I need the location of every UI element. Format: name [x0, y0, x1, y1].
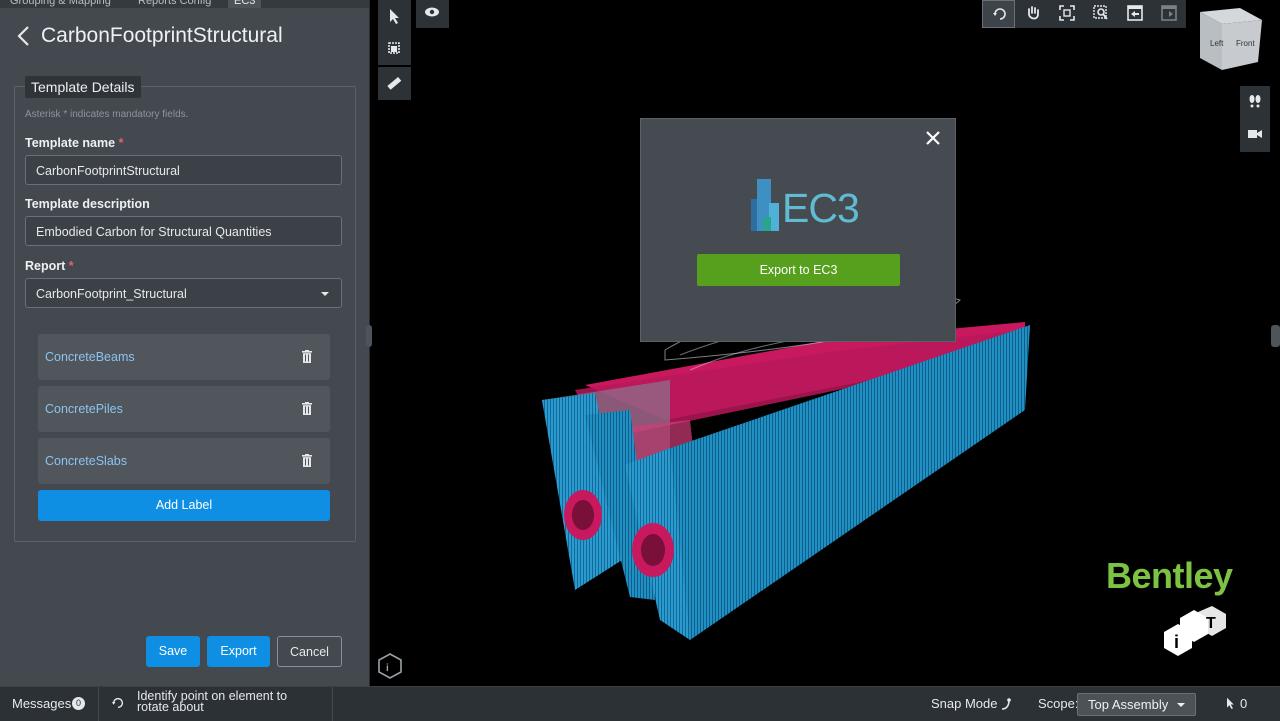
rotate-icon [111, 697, 124, 709]
status-divider [98, 687, 99, 721]
bentley-logo: Bentley [1106, 555, 1233, 596]
section-title: Template Details [25, 76, 141, 98]
navigation-toolbar [982, 0, 1186, 28]
select-tool-button[interactable] [378, 0, 411, 33]
snap-icon[interactable] [999, 697, 1013, 711]
fit-view-button[interactable] [1050, 0, 1083, 28]
visibility-tool-button[interactable] [416, 0, 449, 28]
export-to-ec3-button[interactable]: Export to EC3 [697, 254, 900, 286]
view-cube[interactable]: Left Front [1192, 0, 1272, 80]
template-description-value: Embodied Carbon for Structural Quantitie… [36, 225, 272, 239]
view-undo-icon [1127, 5, 1143, 21]
svg-text:i: i [1174, 632, 1179, 652]
label-item[interactable]: ConcreteSlabs [38, 438, 330, 484]
viewcube-front-face[interactable]: Front [1236, 39, 1255, 48]
template-description-input[interactable]: Embodied Carbon for Structural Quantitie… [25, 216, 342, 246]
save-button[interactable]: Save [146, 636, 200, 667]
template-description-label: Template description [25, 197, 150, 211]
viewcube-left-face[interactable]: Left [1210, 39, 1224, 48]
scope-select[interactable]: Top Assembly [1077, 693, 1196, 716]
view-redo-icon [1161, 5, 1177, 21]
rotate-tool-button[interactable] [982, 0, 1015, 28]
snap-mode-label[interactable]: Snap Mode [931, 696, 998, 711]
report-select[interactable]: CarbonFootprint_Structural [25, 278, 342, 308]
eye-icon [425, 7, 439, 17]
trash-icon[interactable] [302, 402, 312, 415]
section-icon [388, 42, 400, 54]
label-item-name[interactable]: ConcreteSlabs [45, 454, 127, 468]
template-name-value: CarbonFootprintStructural [36, 164, 180, 178]
camera-icon [1248, 130, 1262, 138]
chevron-down-icon [321, 292, 329, 296]
zoom-window-icon [1093, 5, 1108, 20]
scope-label: Scope: [1038, 696, 1079, 711]
ec3-logo-text: EC3 [782, 185, 860, 231]
right-panel-handle[interactable] [1271, 325, 1280, 347]
ruler-icon [387, 76, 402, 90]
widget-tabs: Grouping & Mapping Reports Config EC3 [0, 0, 369, 8]
template-name-label: Template name * [25, 136, 124, 150]
label-item-name[interactable]: ConcretePiles [45, 402, 123, 416]
itwin-logo-icon: i T [1164, 606, 1226, 656]
svg-text:i: i [386, 663, 389, 674]
tab-reports-config[interactable]: Reports Config [138, 0, 211, 8]
page-title: CarbonFootprintStructural [41, 24, 283, 47]
status-divider [332, 687, 333, 721]
pan-tool-button[interactable] [1016, 0, 1049, 28]
itwinjs-icon[interactable]: i [376, 652, 404, 680]
label-item[interactable]: ConcretePiles [38, 386, 330, 432]
close-icon[interactable] [924, 129, 942, 147]
status-bar: Messages 0 Identify point on element to … [0, 686, 1280, 721]
view-undo-button[interactable] [1118, 0, 1151, 28]
trash-icon[interactable] [302, 454, 312, 467]
camera-tool-button[interactable] [1240, 119, 1270, 152]
report-label: Report * [25, 259, 74, 273]
back-icon[interactable] [14, 22, 36, 50]
required-mark: * [68, 259, 74, 273]
svg-text:T: T [1206, 615, 1216, 632]
window-area-button[interactable] [1084, 0, 1117, 28]
template-name-input[interactable]: CarbonFootprintStructural [25, 155, 342, 185]
required-mark: * [118, 136, 124, 150]
cursor-icon [1227, 697, 1234, 709]
label-item-name[interactable]: ConcreteBeams [45, 350, 135, 364]
measure-tool-button[interactable] [378, 67, 411, 100]
view-redo-button[interactable] [1152, 0, 1185, 28]
walk-tool-button[interactable] [1240, 86, 1270, 119]
chevron-down-icon [1177, 703, 1185, 707]
fit-view-icon [1059, 5, 1075, 21]
cursor-icon [390, 9, 399, 24]
label-item[interactable]: ConcreteBeams [38, 334, 330, 380]
hand-icon [1028, 6, 1039, 20]
tool-prompt: Identify point on element to rotate abou… [137, 689, 288, 714]
mandatory-hint: Asterisk * indicates mandatory fields. [25, 109, 189, 120]
add-label-button[interactable]: Add Label [38, 490, 330, 521]
pile-shape [572, 500, 594, 530]
messages-count-badge: 0 [72, 697, 85, 710]
tab-ec3[interactable]: EC3 [228, 0, 262, 8]
trash-icon[interactable] [302, 350, 312, 363]
footprints-icon [1249, 95, 1261, 108]
scope-select-value: Top Assembly [1088, 697, 1169, 712]
tab-grouping-mapping[interactable]: Grouping & Mapping [10, 0, 111, 8]
section-tool-button[interactable] [378, 32, 411, 65]
export-button[interactable]: Export [207, 636, 270, 667]
pile-shape [641, 534, 665, 566]
messages-label[interactable]: Messages [12, 696, 71, 711]
selection-count: 0 [1240, 696, 1248, 711]
ec3-export-modal: EC3 Export to EC3 [640, 118, 956, 342]
template-panel: Grouping & Mapping Reports Config EC3 Ca… [0, 0, 370, 686]
cancel-button[interactable]: Cancel [277, 636, 342, 667]
rotate-icon [993, 8, 1006, 20]
report-select-value: CarbonFootprint_Structural [36, 287, 187, 301]
